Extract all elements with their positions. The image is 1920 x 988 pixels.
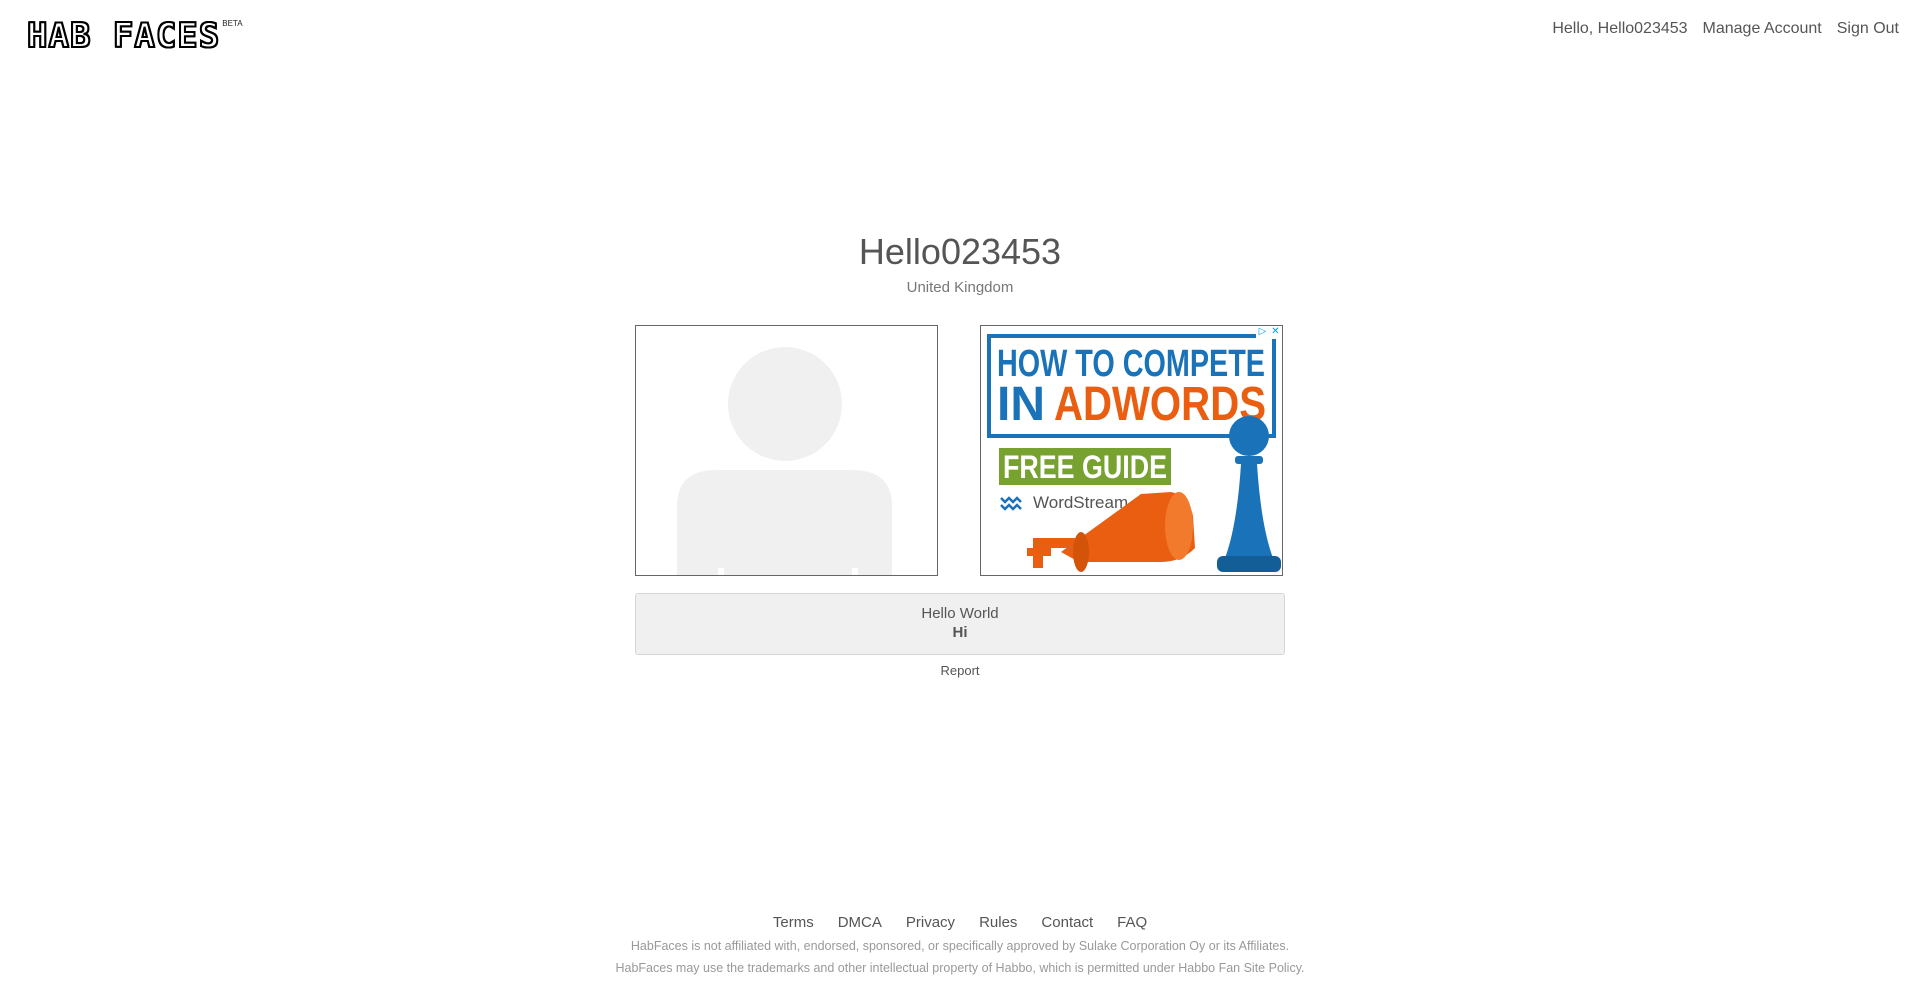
ad-choices-icon[interactable]: ▷ (1256, 326, 1269, 339)
ad-choices[interactable]: ▷ ✕ (1256, 326, 1282, 339)
report-link[interactable]: Report (0, 663, 1920, 678)
footer-disclaimer-1: HabFaces is not affiliated with, endorse… (630, 939, 1290, 953)
footer-link-terms[interactable]: Terms (773, 914, 814, 931)
footer-link-rules[interactable]: Rules (979, 914, 1017, 931)
advertisement[interactable]: HOW TO COMPETE IN ADWORDS FREE GUIDE Wor… (980, 325, 1283, 576)
sign-out-link[interactable]: Sign Out (1837, 20, 1899, 38)
footer-link-faq[interactable]: FAQ (1117, 914, 1147, 931)
greeting-link[interactable]: Hello, Hello023453 (1552, 20, 1687, 38)
site-logo[interactable]: HAB FACES BETA (26, 16, 243, 56)
bio-text: Hi (952, 624, 968, 641)
profile-username: Hello023453 (858, 231, 1062, 272)
beta-badge: BETA (222, 19, 243, 28)
manage-account-link[interactable]: Manage Account (1703, 20, 1822, 38)
pawn-chess-icon (1217, 416, 1281, 572)
ad-creative: HOW TO COMPETE IN ADWORDS FREE GUIDE Wor… (987, 334, 1281, 572)
footer-nav: Terms DMCA Privacy Rules Contact FAQ (0, 914, 1920, 931)
ad-brand: WordStream (1033, 493, 1128, 512)
wordstream-logo-icon (1000, 496, 1022, 511)
close-icon[interactable]: ✕ (1269, 326, 1282, 339)
ad-headline-in: IN (997, 378, 1045, 431)
logo-text: HAB FACES (26, 16, 221, 56)
top-nav: Hello, Hello023453 Manage Account Sign O… (1552, 20, 1899, 38)
ad-cta: FREE GUIDE (1003, 449, 1167, 485)
bio-box: Hello World Hi (635, 593, 1285, 655)
footer-link-dmca[interactable]: DMCA (838, 914, 882, 931)
footer-link-contact[interactable]: Contact (1041, 914, 1093, 931)
avatar (635, 325, 938, 576)
user-placeholder-icon (677, 347, 892, 575)
footer-disclaimer-2: HabFaces may use the trademarks and othe… (615, 961, 1305, 975)
profile-country: United Kingdom (906, 279, 1014, 296)
footer-link-privacy[interactable]: Privacy (906, 914, 955, 931)
bio-title: Hello World (921, 605, 999, 622)
